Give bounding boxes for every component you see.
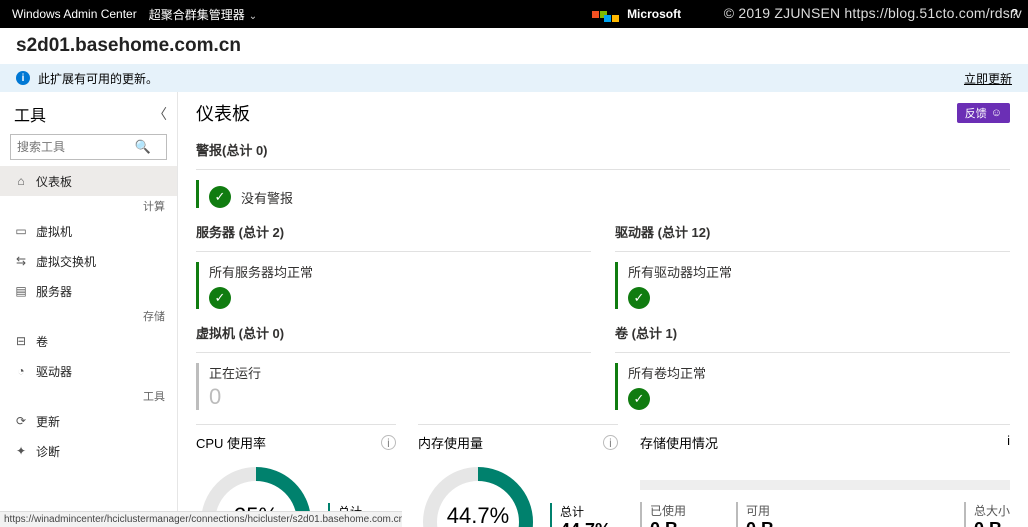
nav-group-tools: 工具 bbox=[0, 386, 177, 406]
update-icon: ⟳ bbox=[14, 414, 28, 428]
check-icon: ✓ bbox=[628, 287, 650, 309]
info-icon[interactable]: i bbox=[381, 435, 396, 450]
help-icon[interactable]: ? bbox=[1011, 6, 1018, 21]
volume-icon: ⊟ bbox=[14, 334, 28, 348]
vms-running-label: 正在运行 bbox=[209, 363, 261, 382]
drive-icon: ◔ bbox=[14, 364, 28, 378]
drives-status: 所有驱动器均正常 bbox=[628, 262, 732, 281]
sidebar-item-dashboard[interactable]: ⌂仪表板 bbox=[0, 166, 177, 196]
chevron-down-icon: ⌄ bbox=[249, 11, 257, 22]
storage-bar bbox=[640, 480, 1010, 490]
sidebar-item-diagnose[interactable]: ✦诊断 bbox=[0, 436, 177, 466]
topbar: Windows Admin Center 超聚合群集管理器⌄ Microsoft bbox=[0, 0, 1028, 28]
nav: ⌂仪表板 计算 ▭虚拟机 ⇆虚拟交换机 ▤服务器 存储 ⊟卷 ◔驱动器 工具 ⟳… bbox=[0, 166, 177, 466]
nav-group-storage: 存储 bbox=[0, 306, 177, 326]
feedback-button[interactable]: 反馈 ☺ bbox=[957, 103, 1010, 123]
page-title: 仪表板 bbox=[196, 100, 250, 126]
notification-bar: i 此扩展有可用的更新。 立即更新 bbox=[0, 64, 1028, 92]
nav-group-compute: 计算 bbox=[0, 196, 177, 216]
diagnose-icon: ✦ bbox=[14, 444, 28, 458]
info-icon[interactable]: i bbox=[603, 435, 618, 450]
sidebar-item-vms[interactable]: ▭虚拟机 bbox=[0, 216, 177, 246]
search-input[interactable] bbox=[10, 134, 167, 160]
volumes-title: 卷 (总计 1) bbox=[615, 323, 1010, 342]
sidebar-title: 工具 bbox=[14, 102, 46, 126]
servers-status: 所有服务器均正常 bbox=[209, 262, 313, 281]
drives-title: 驱动器 (总计 12) bbox=[615, 222, 1010, 241]
sidebar-item-volumes[interactable]: ⊟卷 bbox=[0, 326, 177, 356]
main: 仪表板 反馈 ☺ 警报(总计 0) ✓ 没有警报 服务器 (总计 2) bbox=[178, 92, 1028, 527]
status-bar: https://winadmincenter/hciclustermanager… bbox=[0, 511, 402, 527]
info-icon[interactable]: i bbox=[1007, 433, 1010, 452]
solution-dropdown[interactable]: 超聚合群集管理器⌄ bbox=[149, 6, 257, 23]
sidebar-item-updates[interactable]: ⟳更新 bbox=[0, 406, 177, 436]
sidebar-item-vswitch[interactable]: ⇆虚拟交换机 bbox=[0, 246, 177, 276]
sidebar-item-drives[interactable]: ◔驱动器 bbox=[0, 356, 177, 386]
storage-card: 存储使用情况i 已使用0 B 可用0 B 总大小0 B bbox=[640, 424, 1010, 527]
smiley-icon: ☺ bbox=[991, 107, 1002, 119]
switch-icon: ⇆ bbox=[14, 254, 28, 268]
microsoft-logo-icon2 bbox=[604, 15, 619, 22]
mem-donut: 44.7%/8 GB bbox=[418, 462, 538, 527]
notification-action[interactable]: 立即更新 bbox=[964, 70, 1012, 87]
servers-title: 服务器 (总计 2) bbox=[196, 222, 591, 241]
app-title[interactable]: Windows Admin Center bbox=[12, 7, 137, 21]
sidebar: 工具 〈 🔍 ⌂仪表板 计算 ▭虚拟机 ⇆虚拟交换机 ▤服务器 存储 ⊟卷 ◔驱… bbox=[0, 92, 178, 527]
info-icon: i bbox=[16, 71, 30, 85]
vms-title: 虚拟机 (总计 0) bbox=[196, 323, 591, 342]
volumes-status: 所有卷均正常 bbox=[628, 363, 706, 382]
vm-icon: ▭ bbox=[14, 224, 28, 238]
home-icon: ⌂ bbox=[14, 174, 28, 188]
collapse-icon[interactable]: 〈 bbox=[153, 104, 167, 124]
cluster-name: s2d01.basehome.com.cn bbox=[0, 28, 1028, 64]
alerts-status: 没有警报 bbox=[241, 188, 293, 207]
vms-running-count: 0 bbox=[209, 384, 261, 410]
check-icon: ✓ bbox=[628, 388, 650, 410]
mem-card: 内存使用量i 44.7%/8 GB 总计44.7% bbox=[418, 424, 618, 527]
notification-text: 此扩展有可用的更新。 bbox=[38, 70, 158, 87]
server-icon: ▤ bbox=[14, 284, 28, 298]
alerts-title: 警报(总计 0) bbox=[196, 140, 1010, 159]
check-icon: ✓ bbox=[209, 186, 231, 208]
sidebar-item-servers[interactable]: ▤服务器 bbox=[0, 276, 177, 306]
check-icon: ✓ bbox=[209, 287, 231, 309]
brand: Microsoft bbox=[257, 7, 1016, 22]
